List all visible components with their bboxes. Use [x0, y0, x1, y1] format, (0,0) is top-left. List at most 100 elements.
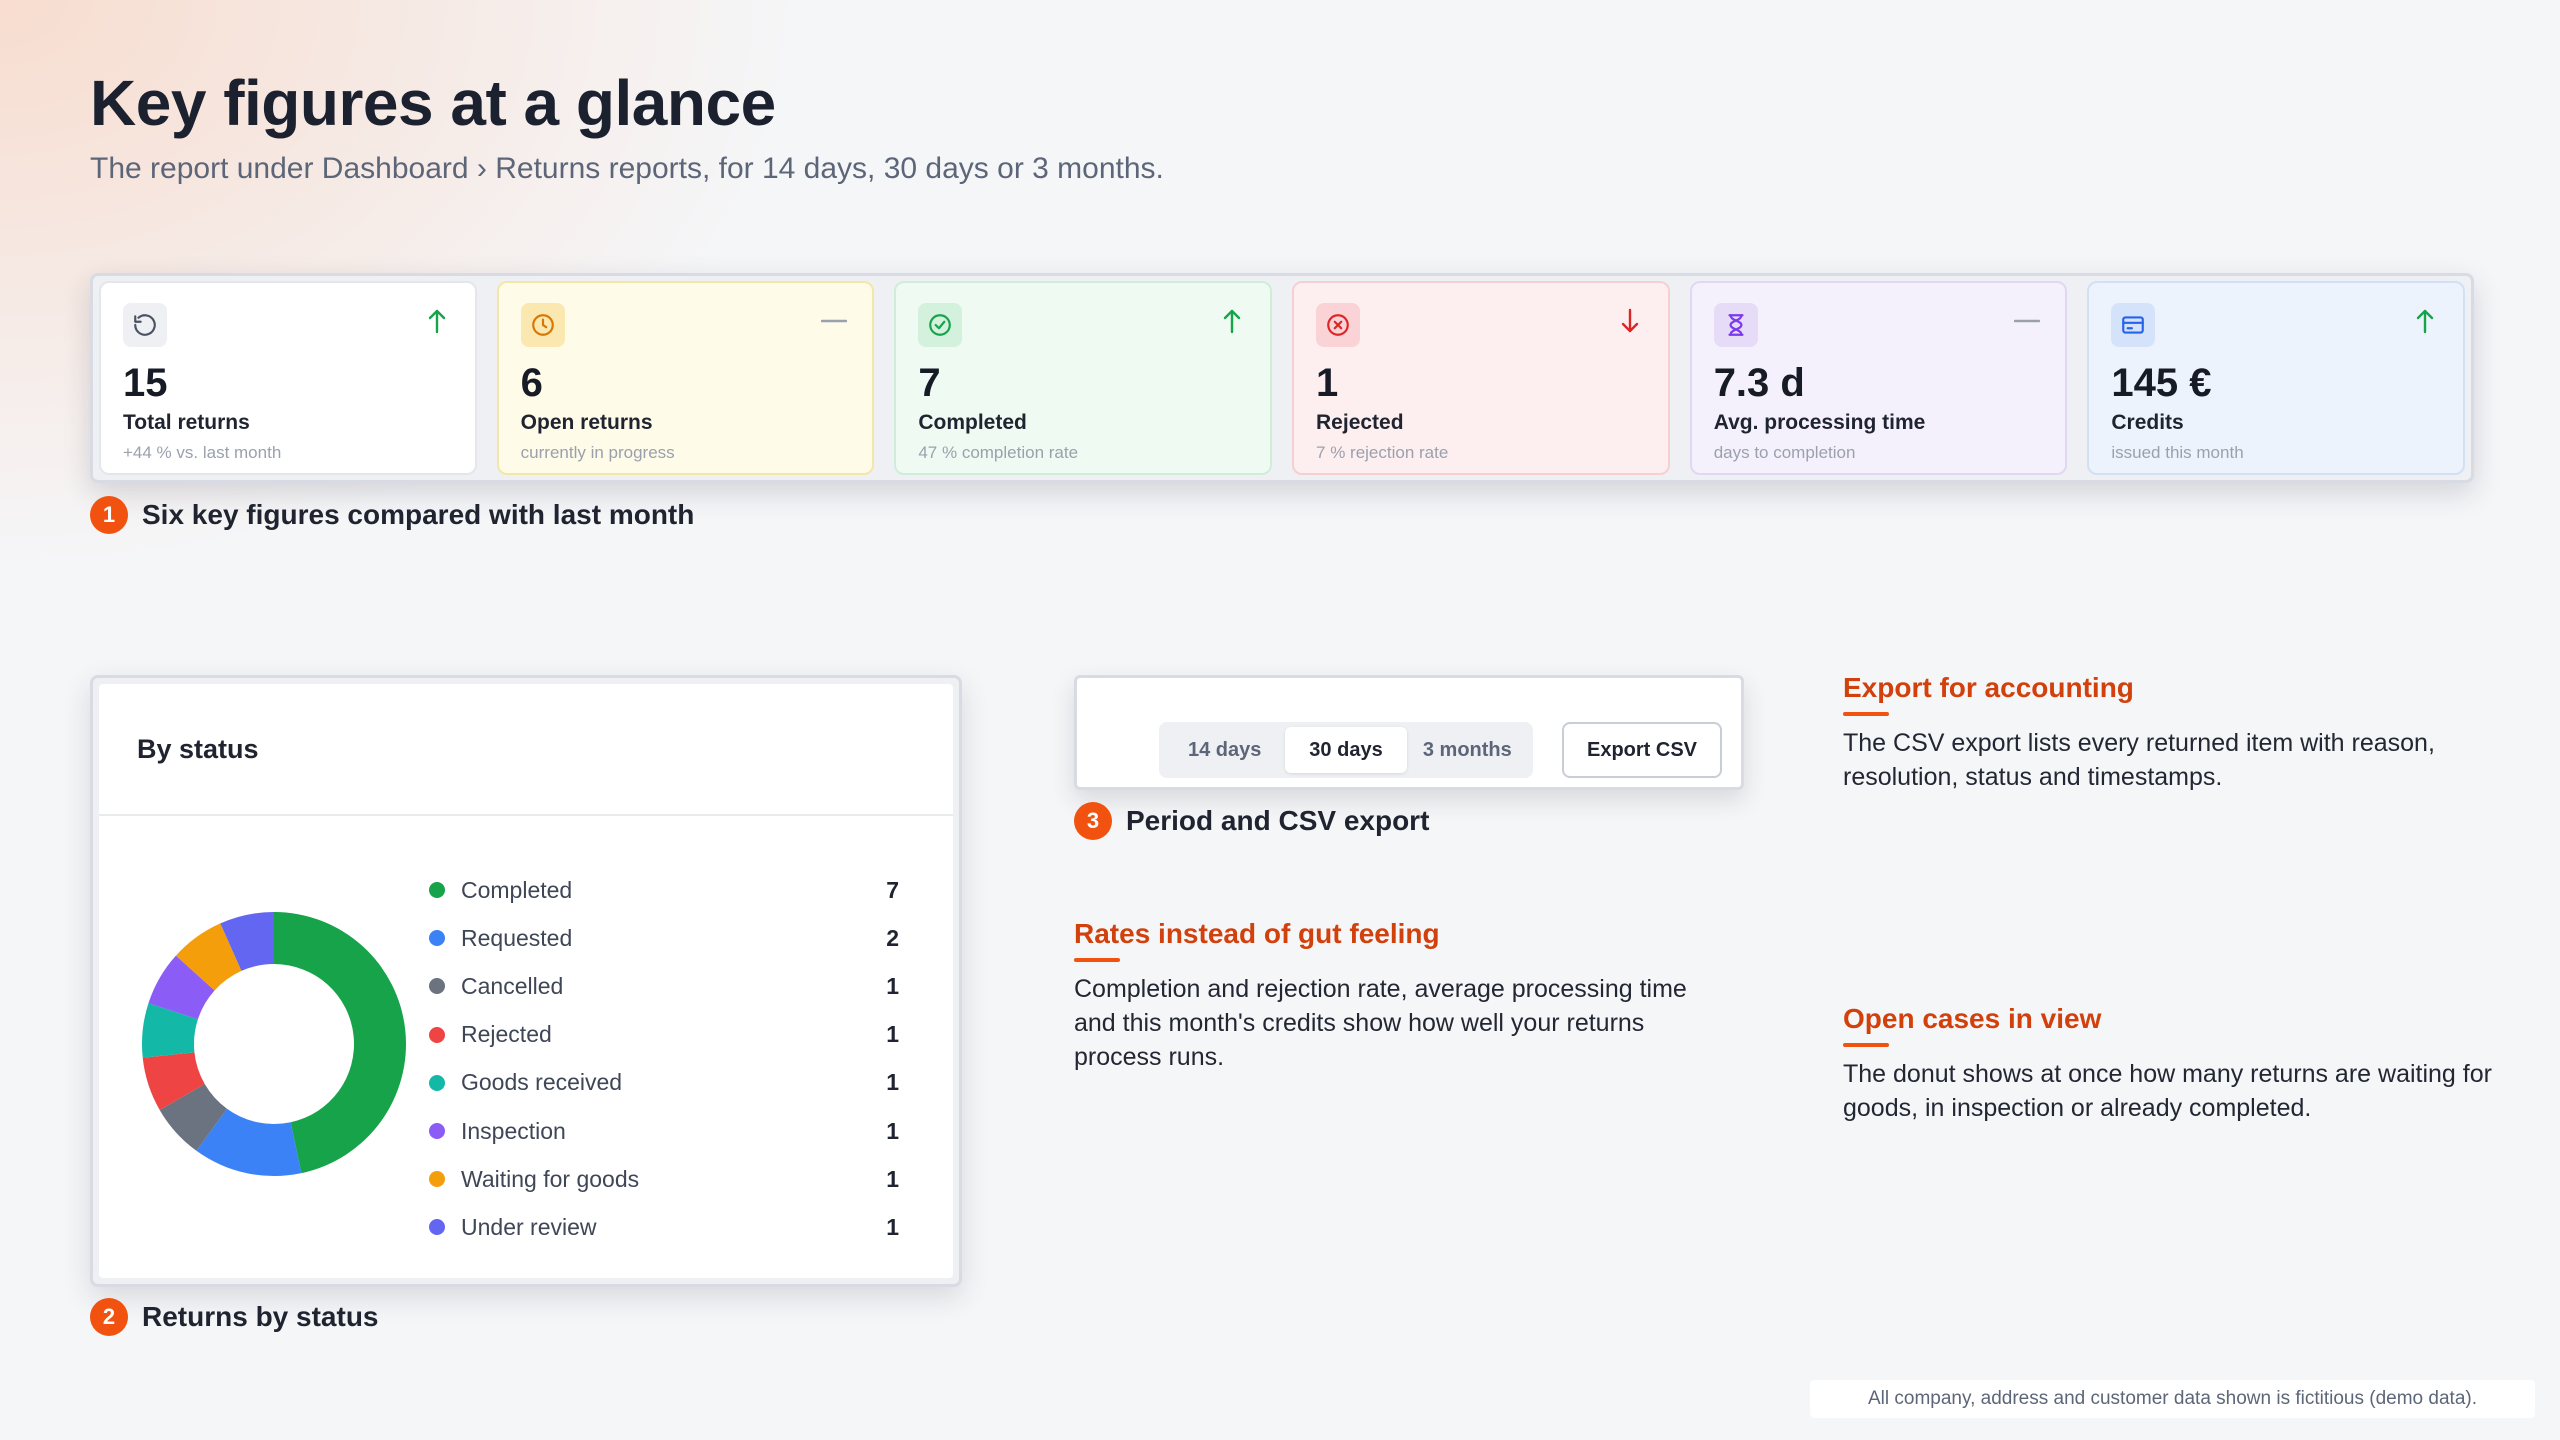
kpi-value: 7.3 d — [1713, 361, 1805, 405]
legend-item: Requested 2 — [429, 914, 899, 962]
legend-count: 1 — [886, 1117, 899, 1144]
kpi-label: Avg. processing time — [1713, 411, 1926, 434]
legend-item: Goods received 1 — [429, 1059, 899, 1107]
arrow-down-icon — [1614, 305, 1646, 337]
kpi-note: +44 % vs. last month — [123, 443, 282, 462]
callout-3: 3 Period and CSV export — [1074, 802, 1429, 840]
legend-item: Under review 1 — [429, 1203, 899, 1251]
callout-text: Six key figures compared with last month — [142, 499, 695, 530]
kpi-note: 7 % rejection rate — [1316, 443, 1449, 462]
note-open-cases: Open cases in view The donut shows at on… — [1843, 1003, 2523, 1125]
note-body: The donut shows at once how many returns… — [1843, 1060, 2492, 1122]
credit-card-icon — [2111, 303, 2156, 347]
legend-dot-icon — [429, 1026, 445, 1043]
kpi-note: issued this month — [2111, 443, 2244, 462]
period-14-days-button[interactable]: 14 days — [1164, 727, 1285, 773]
callout-badge: 3 — [1074, 802, 1112, 840]
period-30-days-button[interactable]: 30 days — [1285, 727, 1407, 773]
callout-2: 2 Returns by status — [90, 1298, 379, 1336]
kpi-card-completed[interactable]: 7 Completed 47 % completion rate — [894, 281, 1273, 475]
kpi-note: currently in progress — [520, 443, 675, 462]
legend-item: Waiting for goods 1 — [429, 1155, 899, 1203]
legend-item: Inspection 1 — [429, 1107, 899, 1155]
legend-count: 1 — [886, 1021, 899, 1048]
note-title: Export for accounting — [1843, 672, 2523, 716]
dash-icon — [2011, 305, 2043, 337]
kpi-card-rejected[interactable]: 1 Rejected 7 % rejection rate — [1292, 281, 1670, 475]
legend-label: Cancelled — [461, 972, 564, 999]
legend-label: Requested — [461, 924, 573, 951]
kpi-label: Completed — [918, 411, 1027, 434]
x-circle-icon — [1316, 303, 1361, 347]
kpi-label: Rejected — [1316, 411, 1404, 434]
legend-dot-icon — [429, 1171, 445, 1188]
status-card-title: By status — [137, 733, 259, 764]
legend-dot-icon — [429, 882, 445, 899]
dash-icon — [818, 305, 850, 337]
legend-count: 1 — [886, 1069, 899, 1096]
legend-label: Rejected — [461, 1021, 552, 1048]
callout-badge: 2 — [90, 1298, 128, 1336]
legend-dot-icon — [429, 978, 445, 995]
kpi-note: 47 % completion rate — [918, 443, 1079, 462]
callout-text: Period and CSV export — [1126, 805, 1430, 836]
kpi-value: 145 € — [2111, 361, 2212, 405]
page-subtitle: The report under Dashboard › Returns rep… — [90, 152, 1164, 185]
hourglass-icon — [1713, 303, 1758, 347]
legend-item: Rejected 1 — [429, 1011, 899, 1059]
kpi-value: 15 — [123, 361, 168, 405]
note-export: Export for accounting The CSV export lis… — [1843, 672, 2523, 794]
note-rates: Rates instead of gut feeling Completion … — [1074, 918, 1724, 1074]
note-title: Open cases in view — [1843, 1003, 2523, 1047]
check-circle-icon — [918, 303, 963, 347]
legend-item: Completed 7 — [429, 866, 899, 914]
legend-count: 1 — [886, 972, 899, 999]
refresh-icon — [123, 303, 167, 347]
callout-badge: 1 — [90, 496, 128, 534]
kpi-label: Open returns — [520, 411, 653, 434]
kpi-value: 1 — [1316, 361, 1339, 405]
arrow-up-icon — [421, 305, 453, 337]
legend-count: 1 — [886, 1165, 899, 1192]
kpi-label: Credits — [2111, 411, 2184, 434]
callout-1: 1 Six key figures compared with last mon… — [90, 496, 694, 534]
kpi-card-credits[interactable]: 145 € Credits issued this month — [2087, 281, 2466, 475]
legend-count: 1 — [886, 1213, 899, 1240]
donut-slice-completed — [274, 912, 407, 1174]
legend-dot-icon — [429, 1074, 445, 1091]
kpi-value: 6 — [520, 361, 543, 405]
kpi-strip: 15 Total returns +44 % vs. last month 6 … — [90, 273, 2474, 483]
arrow-up-icon — [1216, 305, 1248, 337]
status-donut-chart — [142, 912, 407, 1176]
kpi-note: days to completion — [1713, 443, 1856, 462]
legend-count: 2 — [886, 924, 899, 951]
status-legend: Completed 7 Requested 2 Cancelled 1 Rejected 1 G… — [429, 866, 899, 1252]
demo-data-disclaimer: All company, address and customer data s… — [1810, 1380, 2535, 1418]
legend-label: Goods received — [461, 1069, 623, 1096]
note-body: The CSV export lists every returned item… — [1843, 729, 2435, 791]
status-card: By status Completed 7 Requested 2 Cancelled 1… — [90, 675, 962, 1287]
kpi-card-total-returns[interactable]: 15 Total returns +44 % vs. last month — [99, 281, 477, 475]
legend-dot-icon — [429, 1219, 445, 1236]
callout-text: Returns by status — [142, 1301, 379, 1332]
legend-dot-icon — [429, 930, 445, 947]
clock-icon — [520, 303, 565, 347]
period-toolbar: 14 days 30 days 3 months Export CSV — [1074, 675, 1744, 790]
legend-label: Waiting for goods — [461, 1165, 640, 1192]
kpi-value: 7 — [918, 361, 941, 405]
export-csv-button[interactable]: Export CSV — [1562, 722, 1722, 778]
note-title: Rates instead of gut feeling — [1074, 918, 1724, 962]
legend-count: 7 — [886, 876, 899, 903]
arrow-up-icon — [2409, 305, 2441, 337]
page-title: Key figures at a glance — [90, 67, 776, 139]
period-segmented-control: 14 days 30 days 3 months — [1159, 722, 1533, 778]
legend-label: Inspection — [461, 1117, 566, 1144]
kpi-card-open-returns[interactable]: 6 Open returns currently in progress — [496, 281, 875, 475]
legend-dot-icon — [429, 1123, 445, 1140]
period-3-months-button[interactable]: 3 months — [1407, 727, 1528, 773]
legend-item: Cancelled 1 — [429, 962, 899, 1010]
kpi-card-avg-processing-time[interactable]: 7.3 d Avg. processing time days to compl… — [1689, 281, 2068, 475]
kpi-label: Total returns — [123, 411, 250, 434]
legend-label: Completed — [461, 876, 573, 903]
note-body: Completion and rejection rate, average p… — [1074, 975, 1687, 1071]
